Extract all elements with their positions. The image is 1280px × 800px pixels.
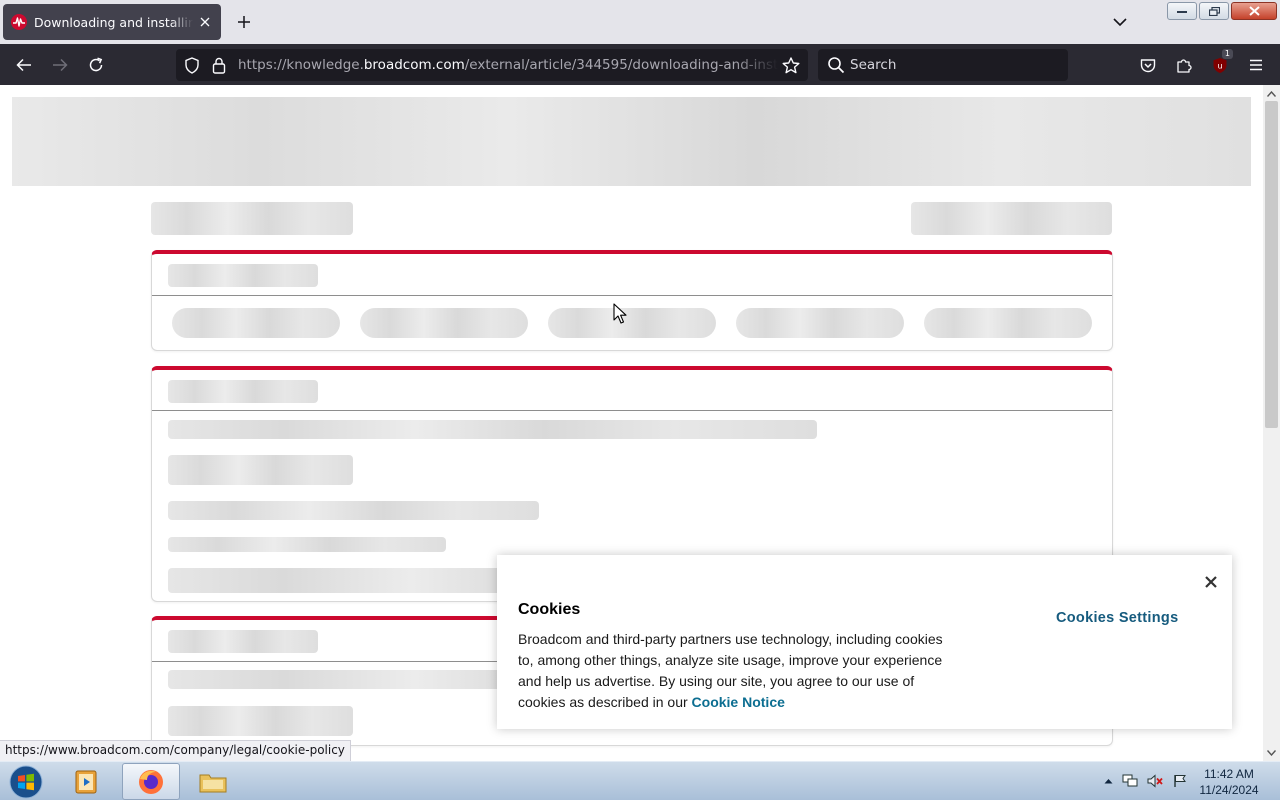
ublock-origin-extension-icon[interactable]: u 1 [1207, 49, 1233, 78]
pill-skeleton [548, 308, 716, 338]
text-line-skeleton [168, 537, 446, 552]
browser-tab-active[interactable]: Downloading and installing VMware Workst… [3, 4, 221, 40]
card-divider [152, 410, 1112, 411]
reload-icon[interactable] [83, 52, 109, 78]
windows-taskbar: 11:42 AM 11/24/2024 [0, 761, 1280, 800]
pill-skeleton [360, 308, 528, 338]
scroll-down-arrow-icon[interactable] [1266, 747, 1277, 758]
scroll-up-arrow-icon[interactable] [1266, 88, 1277, 99]
url-text[interactable]: https://knowledge.broadcom.com/external/… [238, 57, 778, 73]
subheading-skeleton [168, 706, 353, 736]
taskbar-firefox-icon[interactable] [122, 763, 180, 800]
card-heading-skeleton [168, 380, 318, 403]
extensions-puzzle-icon[interactable] [1171, 52, 1197, 78]
network-icon[interactable] [1122, 773, 1138, 789]
tab-title: Downloading and installing VMware Workst… [34, 14, 193, 30]
card-heading-skeleton [168, 264, 318, 287]
cookie-banner-close-icon[interactable] [1201, 572, 1221, 592]
text-line-skeleton [168, 420, 817, 439]
address-bar[interactable]: https://knowledge.broadcom.com/external/… [176, 49, 808, 81]
search-placeholder: Search [850, 57, 897, 73]
text-line-skeleton [168, 501, 539, 520]
extension-badge-count: 1 [1221, 49, 1233, 59]
cookie-banner: Cookies Broadcom and third-party partner… [497, 555, 1232, 729]
scrollbar-thumb[interactable] [1265, 101, 1278, 428]
hamburger-menu-icon[interactable] [1243, 52, 1269, 78]
window-controls [1167, 2, 1277, 20]
card-divider [152, 295, 1112, 296]
svg-text:u: u [1217, 61, 1222, 70]
volume-muted-icon[interactable] [1147, 773, 1163, 789]
start-orb-windows-icon[interactable] [6, 763, 46, 800]
page-scrollbar[interactable] [1263, 85, 1280, 761]
window-close-icon[interactable] [1231, 2, 1277, 20]
cookies-settings-button[interactable]: Cookies Settings [1056, 610, 1178, 626]
back-arrow-icon[interactable] [11, 52, 37, 78]
tracking-protection-shield-icon[interactable] [183, 56, 201, 74]
pocket-icon[interactable] [1135, 52, 1161, 78]
link-status-url: https://www.broadcom.com/company/legal/c… [0, 740, 351, 761]
forward-arrow-icon[interactable] [47, 52, 73, 78]
actions-skeleton [911, 202, 1112, 235]
tab-strip: Downloading and installing VMware Workst… [0, 0, 1280, 44]
mouse-cursor-icon [613, 303, 627, 324]
card-heading-skeleton [168, 630, 318, 653]
hero-banner-skeleton [12, 97, 1251, 186]
cookie-banner-title: Cookies [518, 601, 581, 618]
window-restore-icon[interactable] [1199, 2, 1229, 20]
pill-skeleton [736, 308, 904, 338]
tab-close-icon[interactable] [197, 14, 213, 30]
cookie-banner-text: Broadcom and third-party partners use te… [518, 631, 943, 710]
navigation-toolbar: https://knowledge.broadcom.com/external/… [0, 44, 1280, 85]
window-minimize-icon[interactable] [1167, 2, 1197, 20]
pill-skeleton [924, 308, 1092, 338]
search-bar[interactable]: Search [818, 49, 1068, 81]
broadcom-favicon-icon [11, 14, 27, 30]
taskbar-media-player-icon[interactable] [58, 763, 116, 800]
list-all-tabs-chevron-down-icon[interactable] [1110, 12, 1130, 32]
new-tab-plus-icon[interactable] [234, 12, 254, 32]
subheading-skeleton [168, 455, 353, 485]
taskbar-clock[interactable]: 11:42 AM 11/24/2024 [1192, 766, 1266, 798]
clock-time: 11:42 AM [1204, 767, 1254, 781]
pill-skeleton [172, 308, 340, 338]
bookmark-star-icon[interactable] [782, 56, 800, 74]
breadcrumb-skeleton [151, 202, 353, 235]
show-hidden-icons-arrow-icon[interactable] [1100, 773, 1116, 789]
taskbar-file-explorer-icon[interactable] [184, 763, 242, 800]
action-center-flag-icon[interactable] [1172, 773, 1188, 789]
clock-date: 11/24/2024 [1199, 783, 1259, 797]
search-icon [828, 57, 845, 74]
cookie-notice-link[interactable]: Cookie Notice [692, 694, 785, 710]
padlock-icon[interactable] [210, 56, 228, 74]
skeleton-card-1 [151, 250, 1113, 351]
